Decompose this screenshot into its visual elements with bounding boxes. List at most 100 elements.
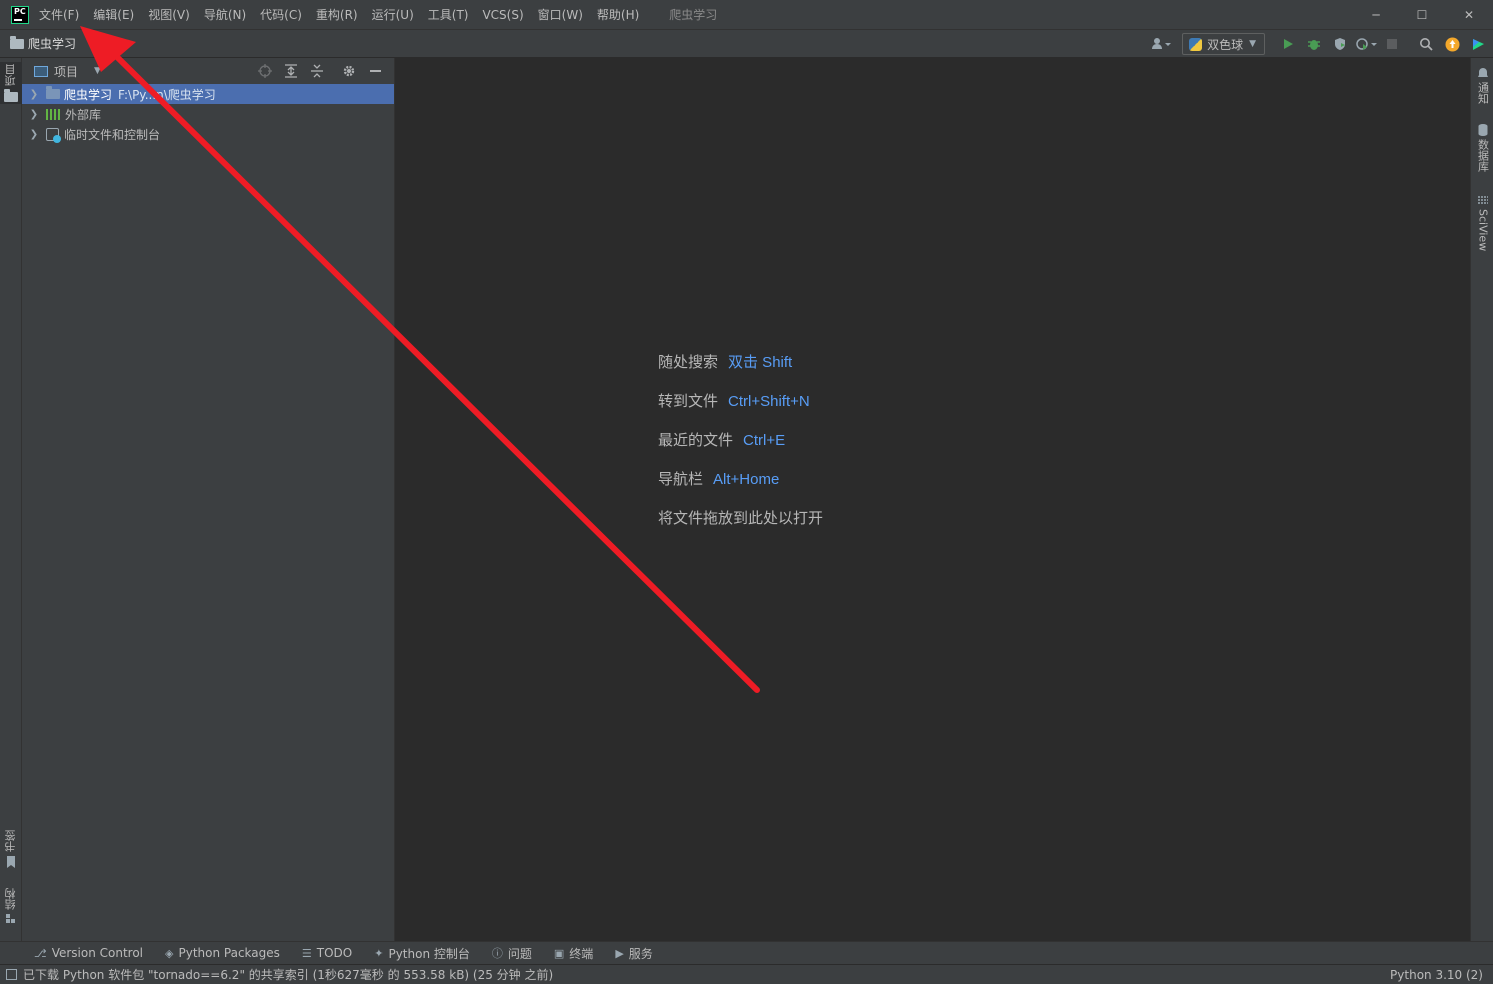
status-message[interactable]: 已下载 Python 软件包 "tornado==6.2" 的共享索引 (1秒6…: [23, 966, 553, 983]
project-panel: 项目 ▼ ❯ 爬虫学习 F:\Py...n\爬虫学习 ❯ 外部库 ❯ 临时文件和…: [22, 58, 395, 941]
tree-item-external-libraries[interactable]: ❯ 外部库: [22, 104, 394, 124]
hint-shortcut[interactable]: Ctrl+Shift+N: [728, 393, 810, 410]
tab-terminal[interactable]: ▣ 终端: [554, 945, 593, 962]
tab-label: Python Packages: [178, 946, 280, 960]
structure-tool-tab[interactable]: 结构: [0, 888, 22, 927]
account-icon[interactable]: [1148, 31, 1174, 57]
sciview-icon: [1477, 196, 1488, 209]
hint-drop-files: 将文件拖放到此处以打开: [658, 507, 823, 546]
chevron-right-icon[interactable]: ❯: [22, 129, 42, 140]
menu-view[interactable]: 视图(V): [148, 6, 190, 23]
menu-help[interactable]: 帮助(H): [597, 6, 639, 23]
tab-label: 终端: [569, 946, 594, 961]
tab-todo[interactable]: ☰ TODO: [302, 946, 352, 960]
database-icon: [1478, 124, 1488, 139]
tab-services[interactable]: ▶ 服务: [615, 945, 652, 962]
run-icon[interactable]: [1275, 31, 1301, 57]
notifications-tool-tab[interactable]: 通知: [1471, 68, 1493, 104]
tab-label: Version Control: [51, 946, 144, 960]
hint-label: 导航栏: [658, 471, 704, 488]
project-panel-title[interactable]: 项目: [54, 63, 78, 80]
coverage-icon[interactable]: [1327, 31, 1353, 57]
breadcrumb-project[interactable]: 爬虫学习: [28, 35, 76, 52]
tab-version-control[interactable]: ⎇ Version Control: [34, 946, 143, 960]
sciview-tool-tab[interactable]: SciView: [1471, 196, 1493, 251]
menu-tools[interactable]: 工具(T): [428, 6, 469, 23]
chevron-down-icon[interactable]: ▼: [94, 66, 101, 76]
menu-navigate[interactable]: 导航(N): [204, 6, 246, 23]
database-tool-tab[interactable]: 数据库: [1471, 124, 1493, 172]
folder-icon: [10, 35, 24, 49]
tab-python-console[interactable]: ✦ Python 控制台: [374, 945, 470, 962]
toggle-tool-windows-icon[interactable]: [6, 969, 17, 980]
collapse-all-icon[interactable]: [304, 58, 330, 84]
hint-shortcut[interactable]: Alt+Home: [713, 471, 779, 488]
breadcrumb[interactable]: 爬虫学习: [10, 35, 76, 52]
profile-icon[interactable]: [1353, 31, 1379, 57]
tab-python-packages[interactable]: ◈ Python Packages: [165, 946, 280, 960]
chevron-right-icon[interactable]: ❯: [22, 109, 42, 120]
project-panel-header: 项目 ▼: [22, 58, 394, 84]
bottom-tool-bar: ⎇ Version Control ◈ Python Packages ☰ TODO …: [0, 941, 1493, 964]
menu-run[interactable]: 运行(U): [372, 6, 414, 23]
menu-vcs[interactable]: VCS(S): [482, 8, 523, 22]
hint-label: 最近的文件: [658, 432, 734, 449]
terminal-icon: ▣: [553, 946, 565, 960]
tree-item-label: 爬虫学习: [64, 87, 113, 102]
layers-icon: ◈: [165, 946, 174, 960]
menu-code[interactable]: 代码(C): [260, 6, 302, 23]
tree-item-label: 临时文件和控制台: [64, 127, 161, 142]
run-configuration-selector[interactable]: 双色球 ▼: [1182, 33, 1265, 55]
debug-icon[interactable]: [1301, 31, 1327, 57]
right-tool-strip: 通知 数据库 SciView: [1470, 58, 1493, 941]
project-tool-tab-label: 项目: [4, 64, 17, 86]
bookmarks-tool-tab-label: 书签: [4, 830, 17, 852]
menu-window[interactable]: 窗口(W): [538, 6, 583, 23]
structure-icon: [6, 914, 16, 927]
close-button[interactable]: ✕: [1446, 0, 1492, 29]
tree-item-project-root[interactable]: ❯ 爬虫学习 F:\Py...n\爬虫学习: [22, 84, 394, 104]
project-view-icon: [34, 65, 48, 77]
locate-icon[interactable]: [252, 58, 278, 84]
database-tool-tab-label: 数据库: [1476, 139, 1490, 172]
tree-item-scratches[interactable]: ❯ 临时文件和控制台: [22, 124, 394, 144]
python-console-icon: ✦: [374, 946, 384, 960]
tree-item-path: F:\Py...n\爬虫学习: [118, 87, 216, 102]
hint-shortcut[interactable]: 双击 Shift: [728, 354, 792, 371]
minimize-panel-icon[interactable]: [362, 58, 388, 84]
left-tool-strip: 项目 书签 结构: [0, 58, 22, 941]
expand-all-icon[interactable]: [278, 58, 304, 84]
minimize-button[interactable]: ─: [1353, 0, 1399, 29]
editor-area[interactable]: 随处搜索 双击 Shift 转到文件 Ctrl+Shift+N 最近的文件 Ctrl+…: [395, 58, 1470, 941]
structure-tool-tab-label: 结构: [4, 888, 17, 910]
library-icon: [46, 108, 60, 120]
pycharm-logo-icon: PC: [11, 5, 29, 24]
plugin-icon[interactable]: [1465, 31, 1491, 57]
list-icon: ☰: [301, 946, 312, 960]
title-bar: PC 文件(F) 编辑(E) 视图(V) 导航(N) 代码(C) 重构(R) 运…: [0, 0, 1493, 29]
status-bar: 已下载 Python 软件包 "tornado==6.2" 的共享索引 (1秒6…: [0, 964, 1493, 984]
project-tool-tab[interactable]: 项目: [0, 62, 22, 104]
chevron-right-icon[interactable]: ❯: [22, 89, 42, 100]
tree-item-label: 外部库: [65, 107, 102, 122]
stop-icon[interactable]: [1379, 31, 1405, 57]
tab-problems[interactable]: ⓘ 问题: [492, 945, 532, 962]
hint-shortcut[interactable]: Ctrl+E: [743, 432, 785, 449]
python-interpreter-selector[interactable]: Python 3.10 (2): [1390, 968, 1483, 982]
tab-label: 问题: [507, 946, 532, 961]
navigation-bar: 爬虫学习 双色球 ▼: [0, 29, 1493, 58]
maximize-button[interactable]: ☐: [1399, 0, 1445, 29]
tab-label: 服务: [628, 946, 653, 961]
run-configuration-label: 双色球: [1207, 37, 1244, 52]
menu-edit[interactable]: 编辑(E): [93, 6, 134, 23]
hint-search-everywhere: 随处搜索 双击 Shift: [658, 351, 823, 390]
menu-refactor[interactable]: 重构(R): [316, 6, 358, 23]
tab-label: TODO: [316, 946, 353, 960]
hint-recent-files: 最近的文件 Ctrl+E: [658, 429, 823, 468]
update-icon[interactable]: [1439, 31, 1465, 57]
bookmarks-tool-tab[interactable]: 书签: [0, 830, 22, 871]
tab-label: Python 控制台: [388, 946, 470, 961]
gear-icon[interactable]: [336, 58, 362, 84]
search-icon[interactable]: [1413, 31, 1439, 57]
menu-file[interactable]: 文件(F): [39, 6, 79, 23]
